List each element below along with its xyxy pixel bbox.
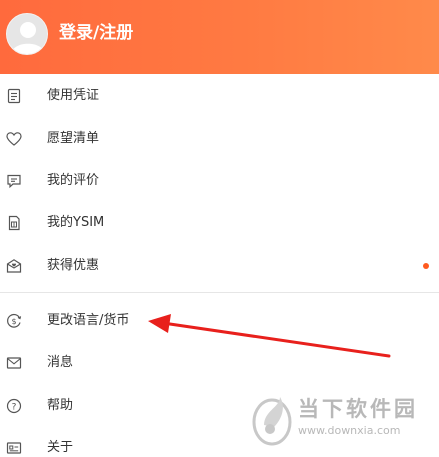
voucher-icon [6, 88, 22, 104]
site-watermark: 当下软件园 www.downxia.com [250, 385, 435, 453]
menu-item-label: 关于 [47, 440, 74, 455]
profile-header: 登录/注册 [0, 0, 439, 74]
svg-text:$: $ [11, 317, 16, 326]
user-avatar-icon [7, 14, 47, 54]
menu-item-label: 更改语言/货币 [47, 313, 130, 328]
menu-item-vouchers[interactable]: 使用凭证 [0, 75, 439, 117]
menu-item-reviews[interactable]: 我的评价 [0, 160, 439, 202]
currency-icon: $ [6, 313, 22, 329]
avatar[interactable] [6, 13, 48, 55]
menu-item-ysim[interactable]: 我的YSIM [0, 202, 439, 244]
menu-item-label: 帮助 [47, 398, 74, 413]
comment-icon [6, 173, 22, 189]
menu-item-label: 我的评价 [47, 173, 100, 188]
help-icon: ? [6, 398, 22, 414]
menu-item-offers[interactable]: 获得优惠 [0, 245, 439, 287]
menu-item-wishlist[interactable]: 愿望清单 [0, 118, 439, 160]
menu-item-label: 我的YSIM [47, 215, 105, 230]
svg-text:?: ? [12, 402, 17, 412]
watermark-logo-icon [252, 397, 292, 446]
watermark-url: www.downxia.com [298, 424, 401, 437]
menu-item-label: 使用凭证 [47, 88, 100, 103]
login-register-link[interactable]: 登录/注册 [59, 21, 133, 45]
mail-icon [6, 355, 22, 371]
menu-item-label: 获得优惠 [47, 258, 100, 273]
new-badge-dot [423, 263, 429, 269]
menu-item-label: 愿望清单 [47, 131, 100, 146]
section-divider [0, 292, 439, 293]
heart-icon [6, 131, 22, 147]
menu-item-label: 消息 [47, 355, 74, 370]
sim-card-icon [6, 215, 22, 231]
menu-item-messages[interactable]: 消息 [0, 342, 439, 384]
coupon-icon [6, 258, 22, 274]
watermark-text: 当下软件园 [298, 397, 418, 421]
menu-item-language-currency[interactable]: $ 更改语言/货币 [0, 300, 439, 342]
about-icon [6, 440, 22, 456]
